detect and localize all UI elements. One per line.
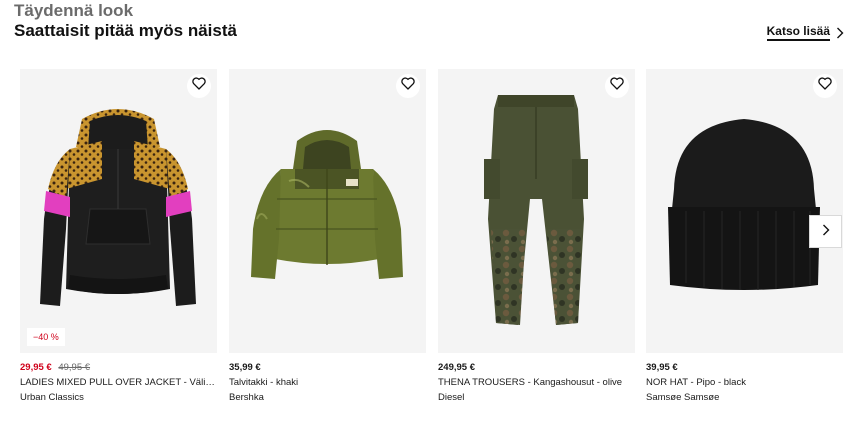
product-name[interactable]: LADIES MIXED PULL OVER JACKET - Välikaus… [20, 376, 217, 389]
sale-price: 29,95 € [20, 362, 52, 373]
product-image[interactable] [229, 69, 426, 353]
discount-badge: −40 % [27, 328, 65, 346]
chevron-right-icon [836, 27, 844, 39]
product-brand: Urban Classics [20, 392, 84, 403]
product-name[interactable]: NOR HAT - Pipo - black [646, 376, 843, 389]
price-row: 249,95 € [438, 361, 635, 374]
product-name[interactable]: Talvitakki - khaki [229, 376, 426, 389]
wishlist-button[interactable] [187, 74, 211, 98]
product-brand: Samsøe Samsøe [646, 392, 720, 403]
beanie-image [668, 119, 820, 290]
original-price: 49,95 € [58, 362, 91, 373]
wishlist-button[interactable] [605, 74, 629, 98]
puffer-jacket-image [251, 130, 403, 279]
wishlist-button[interactable] [396, 74, 420, 98]
product-image[interactable]: −40 % [20, 69, 217, 353]
chevron-right-icon [822, 223, 830, 241]
see-more-link[interactable]: Katso lisää [766, 24, 844, 41]
see-more-label: Katso lisää [766, 24, 830, 41]
heart-icon [610, 77, 624, 95]
wishlist-button[interactable] [813, 74, 837, 98]
price-row: 35,99 € [229, 361, 426, 374]
heart-icon [818, 77, 832, 95]
product-image[interactable] [646, 69, 843, 353]
trousers-image [484, 95, 588, 325]
price-row: 39,95 € [646, 361, 843, 374]
price: 35,99 € [229, 362, 261, 373]
product-carousel: −40 % 29,95 € 49,95 € LADIES MIXED PULL … [20, 69, 850, 409]
section-header: Täydennä look Saattaisit pitää myös näis… [14, 0, 850, 50]
heart-icon [192, 77, 206, 95]
product-brand: Diesel [438, 392, 465, 403]
price: 39,95 € [646, 362, 678, 373]
product-card[interactable]: 249,95 € THENA TROUSERS - Kangashousut -… [438, 69, 635, 404]
product-name[interactable]: THENA TROUSERS - Kangashousut - olive [438, 376, 635, 389]
product-card[interactable]: −40 % 29,95 € 49,95 € LADIES MIXED PULL … [20, 69, 217, 404]
section-kicker: Täydennä look [14, 1, 134, 20]
carousel-next-button[interactable] [809, 215, 842, 248]
product-image[interactable] [438, 69, 635, 353]
product-brand: Bershka [229, 392, 264, 403]
price-row: 29,95 € 49,95 € [20, 361, 217, 374]
product-card[interactable]: 35,99 € Talvitakki - khaki Bershka [229, 69, 426, 404]
jacket-image [40, 109, 196, 306]
heart-icon [401, 77, 415, 95]
price: 249,95 € [438, 362, 475, 373]
section-title: Saattaisit pitää myös näistä [14, 21, 237, 40]
